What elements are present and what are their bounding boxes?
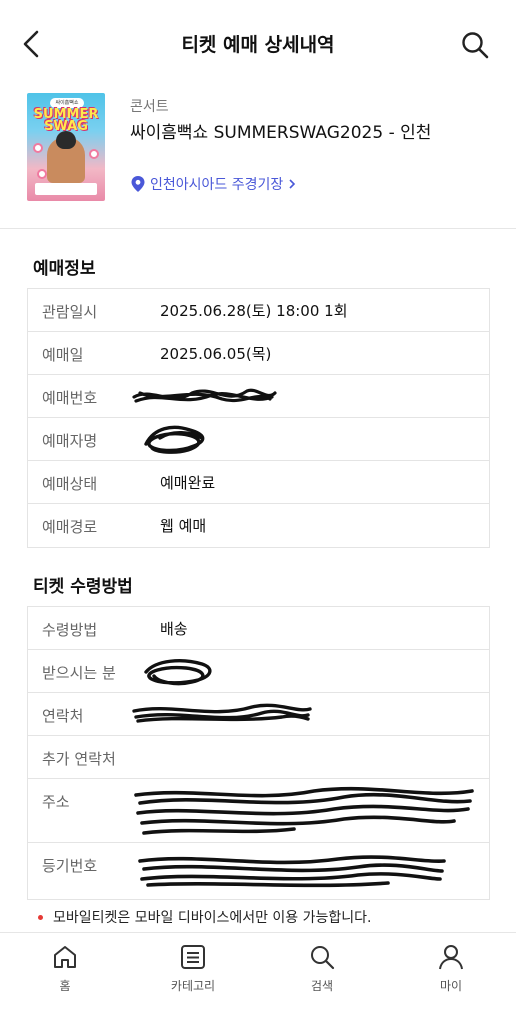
- redaction-scribble: [144, 659, 212, 686]
- row-value: 배송: [160, 620, 188, 638]
- table-row: 주소: [28, 779, 489, 843]
- row-label: 예매상태: [42, 475, 98, 493]
- bottom-navigation: 홈 카테고리 검색 마이: [0, 932, 516, 1024]
- poster-footer: [35, 183, 97, 195]
- table-row: 예매번호: [28, 375, 489, 418]
- bullet-dot: [38, 914, 43, 920]
- person-icon: [439, 945, 463, 970]
- search-icon: [462, 32, 489, 59]
- poster-decoration: [37, 169, 47, 179]
- redaction-scribble: [144, 425, 205, 454]
- nav-item-my[interactable]: 마이: [406, 943, 496, 994]
- location-pin-icon: [131, 176, 145, 192]
- table-row: 받으시는 분: [28, 650, 489, 693]
- show-title: 싸이흠뻑쇼 SUMMERSWAG2025 - 인천: [130, 123, 432, 143]
- top-app-bar: 티켓 예매 상세내역: [0, 0, 516, 88]
- nav-label: 홈: [59, 979, 71, 993]
- nav-label: 카테고리: [170, 979, 216, 993]
- row-label: 수령방법: [42, 621, 98, 639]
- row-value: 2025.06.05(목): [160, 345, 272, 363]
- table-row: 관람일시 2025.06.28(토) 18:00 1회: [28, 289, 489, 332]
- nav-label: 마이: [439, 979, 463, 993]
- row-label: 관람일시: [42, 303, 98, 321]
- poster-logo: SUMMER SWAG: [33, 107, 99, 134]
- table-row: 수령방법 배송: [28, 607, 489, 650]
- poster-decoration: [89, 149, 99, 159]
- nav-item-search[interactable]: 검색: [277, 943, 367, 994]
- booking-info-table: 관람일시 2025.06.28(토) 18:00 1회 예매일 2025.06.…: [27, 288, 490, 548]
- table-row: 예매일 2025.06.05(목): [28, 332, 489, 375]
- redaction-scribble: [132, 388, 277, 403]
- redaction-scribble: [138, 855, 446, 888]
- delivery-info-table: 수령방법 배송 받으시는 분 연락처 추가 연락처 주소 등기번호: [27, 606, 490, 900]
- row-label: 받으시는 분: [42, 664, 116, 682]
- page-title: 티켓 예매 상세내역: [181, 34, 335, 56]
- delivery-info-title: 티켓 수령방법: [33, 577, 133, 597]
- row-value: 웹 예매: [160, 517, 207, 535]
- nav-item-home[interactable]: 홈: [20, 943, 110, 994]
- booking-info-title: 예매정보: [33, 259, 96, 279]
- table-row: 예매자명: [28, 418, 489, 461]
- table-row: 연락처: [28, 693, 489, 736]
- category-label: 콘서트: [130, 99, 169, 115]
- row-label: 예매경로: [42, 518, 98, 536]
- row-label: 예매자명: [42, 432, 98, 450]
- table-row: 예매경로 웹 예매: [28, 504, 489, 547]
- notice-text: 모바일티켓은 모바일 디바이스에서만 이용 가능합니다.: [53, 910, 372, 926]
- redaction-scribble: [132, 703, 312, 723]
- table-row: 등기번호: [28, 843, 489, 899]
- table-row: 예매상태 예매완료: [28, 461, 489, 504]
- mobile-ticket-notice: 모바일티켓은 모바일 디바이스에서만 이용 가능합니다.: [38, 907, 372, 927]
- row-value: 2025.06.28(토) 18:00 1회: [160, 302, 348, 320]
- chevron-right-icon: [289, 179, 296, 189]
- venue-link[interactable]: 인천아시아드 주경기장: [131, 174, 296, 194]
- divider: [0, 228, 516, 229]
- search-button[interactable]: [460, 30, 490, 60]
- row-label: 추가 연락처: [42, 750, 116, 768]
- nav-label: 검색: [310, 979, 334, 993]
- poster-figure-head: [56, 131, 76, 149]
- row-label: 예매일: [42, 346, 84, 364]
- row-value: 예매완료: [160, 474, 216, 492]
- poster-image[interactable]: 싸이흠뻑쇼 SUMMER SWAG: [27, 93, 105, 201]
- redaction-scribble: [134, 786, 474, 835]
- row-label: 등기번호: [42, 857, 98, 875]
- table-row: 추가 연락처: [28, 736, 489, 779]
- row-label: 연락처: [42, 707, 84, 725]
- venue-name: 인천아시아드 주경기장: [150, 177, 284, 193]
- list-icon: [181, 945, 205, 969]
- row-label: 주소: [42, 793, 70, 811]
- home-icon: [54, 946, 76, 968]
- nav-item-category[interactable]: 카테고리: [148, 943, 238, 994]
- row-label: 예매번호: [42, 389, 98, 407]
- product-summary: 싸이흠뻑쇼 SUMMER SWAG 콘서트 싸이흠뻑쇼 SUMMERSWAG20…: [0, 88, 516, 228]
- search-icon: [311, 946, 335, 970]
- poster-decoration: [33, 143, 43, 153]
